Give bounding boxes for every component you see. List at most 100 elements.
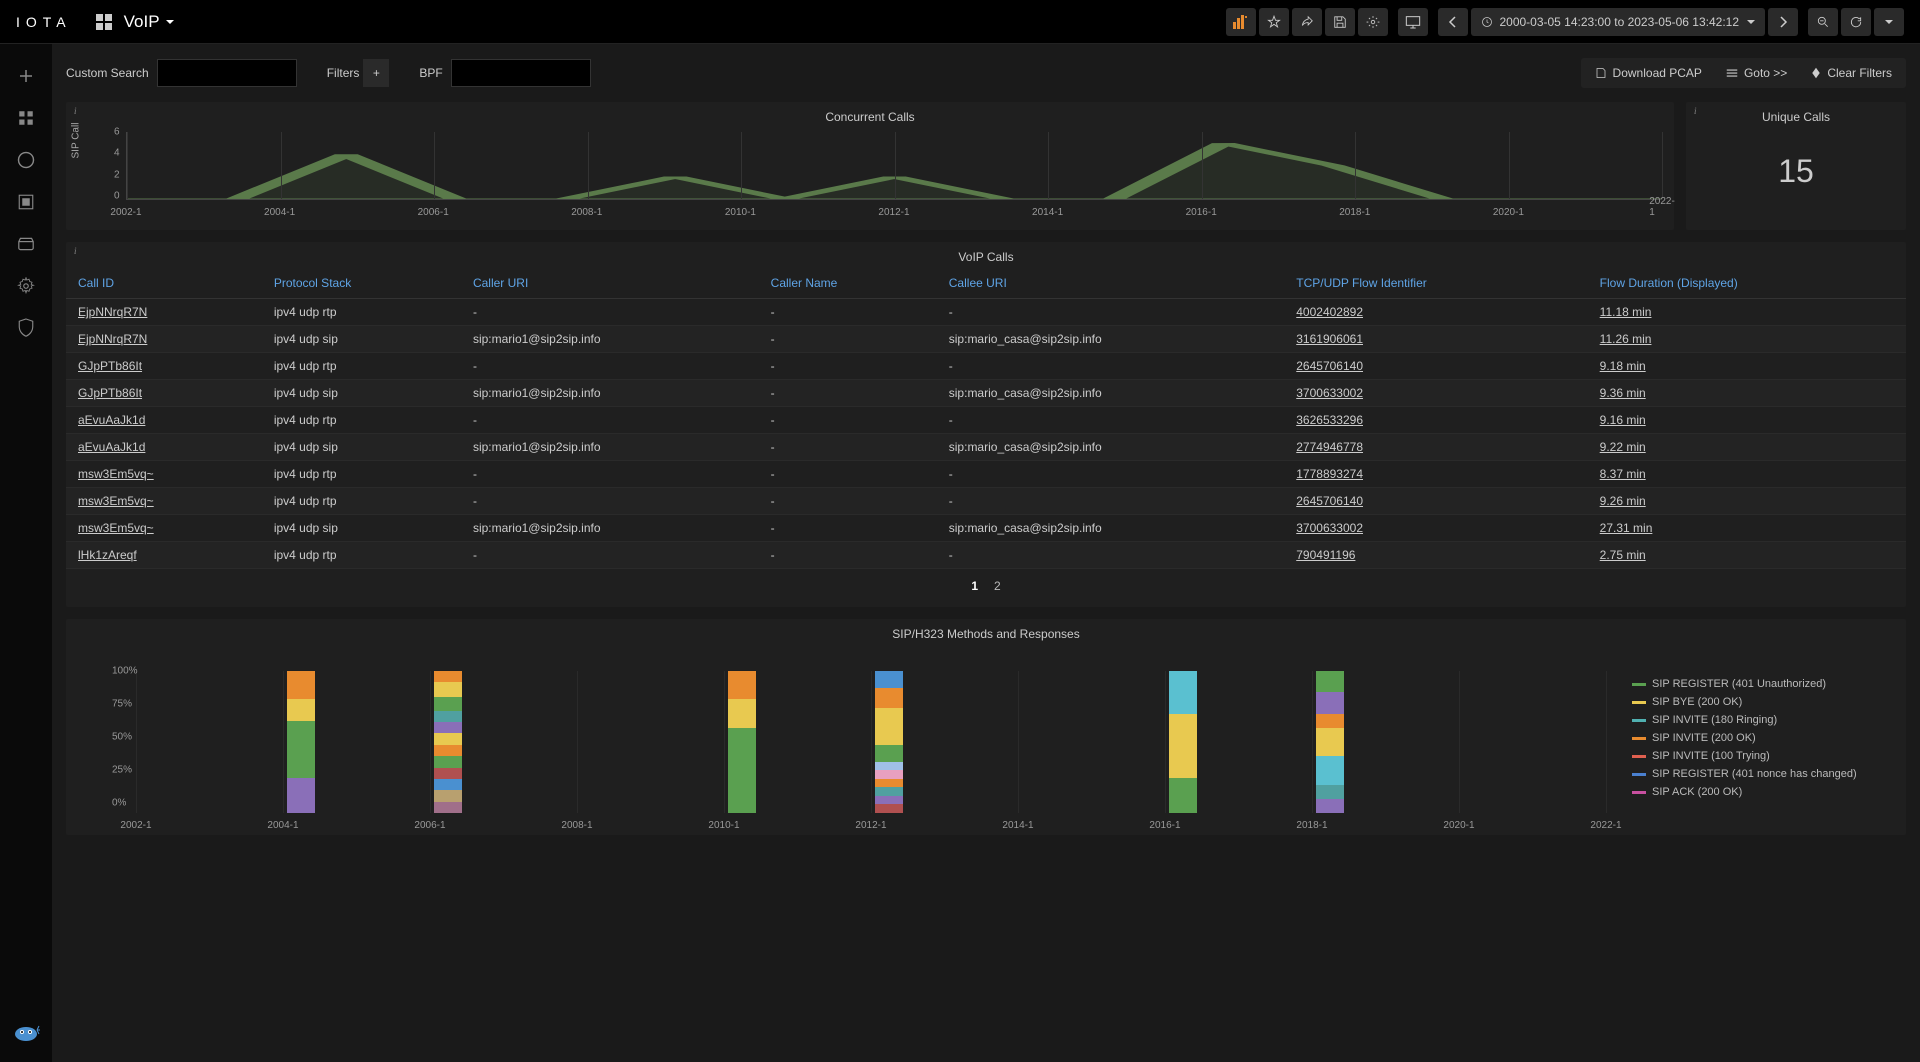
- time-range-picker[interactable]: 2000-03-05 14:23:00 to 2023-05-06 13:42:…: [1471, 8, 1765, 36]
- column-header[interactable]: Flow Duration (Displayed): [1588, 268, 1906, 299]
- cell-link[interactable]: 11.18 min: [1600, 305, 1652, 319]
- cell-link[interactable]: EjpNNrqR7N: [78, 332, 147, 346]
- star-icon[interactable]: [1259, 8, 1289, 36]
- legend-swatch: [1632, 737, 1646, 740]
- cell-link[interactable]: 9.26 min: [1600, 494, 1646, 508]
- bar-segment: [287, 671, 315, 699]
- cell-link[interactable]: 3700633002: [1296, 521, 1363, 535]
- refresh-menu-icon[interactable]: [1874, 8, 1904, 36]
- bar-segment: [1316, 671, 1344, 692]
- bpf-input[interactable]: [451, 59, 591, 87]
- stacked-bar[interactable]: [875, 671, 903, 813]
- cell-link[interactable]: 27.31 min: [1600, 521, 1653, 535]
- sip-chart[interactable]: [136, 671, 1606, 813]
- bar-segment: [1316, 728, 1344, 756]
- legend-item[interactable]: SIP REGISTER (401 Unauthorized): [1632, 675, 1886, 693]
- zoom-out-icon[interactable]: [1808, 8, 1838, 36]
- cell-link[interactable]: aEvuAaJk1d: [78, 440, 145, 454]
- cell-link[interactable]: 3626533296: [1296, 413, 1363, 427]
- cell-link[interactable]: 2645706140: [1296, 494, 1363, 508]
- create-icon[interactable]: [14, 64, 38, 88]
- legend-item[interactable]: SIP REGISTER (401 nonce has changed): [1632, 765, 1886, 783]
- legend-item[interactable]: SIP BYE (200 OK): [1632, 693, 1886, 711]
- page-title-dropdown[interactable]: VoIP: [124, 12, 174, 32]
- cell-link[interactable]: lHk1zAreqf: [78, 548, 137, 562]
- app-grid-icon[interactable]: [96, 14, 112, 30]
- cell-link[interactable]: 2645706140: [1296, 359, 1363, 373]
- cell-link[interactable]: 11.26 min: [1600, 332, 1652, 346]
- cell-link[interactable]: 8.37 min: [1600, 467, 1646, 481]
- bar-segment: [434, 733, 462, 744]
- cell-link[interactable]: GJpPTb86It: [78, 359, 142, 373]
- bar-segment: [728, 728, 756, 813]
- cell-link[interactable]: msw3Em5vq~: [78, 467, 154, 481]
- info-icon[interactable]: i: [74, 106, 77, 116]
- cell-link[interactable]: msw3Em5vq~: [78, 521, 154, 535]
- column-header[interactable]: Caller Name: [759, 268, 937, 299]
- cell-link[interactable]: 9.18 min: [1600, 359, 1646, 373]
- clear-filters-button[interactable]: Clear Filters: [1799, 60, 1904, 86]
- cell: 3700633002: [1284, 515, 1587, 542]
- cell-link[interactable]: EjpNNrqR7N: [78, 305, 147, 319]
- monitor-icon[interactable]: [1398, 8, 1428, 36]
- cell: GJpPTb86It: [66, 380, 262, 407]
- page-link[interactable]: 2: [994, 579, 1001, 593]
- prev-icon[interactable]: [1438, 8, 1468, 36]
- stacked-bar[interactable]: [728, 671, 756, 813]
- capture-icon[interactable]: [14, 190, 38, 214]
- column-header[interactable]: Protocol Stack: [262, 268, 461, 299]
- shield-icon[interactable]: [14, 316, 38, 340]
- legend-item[interactable]: SIP INVITE (100 Trying): [1632, 747, 1886, 765]
- settings-icon[interactable]: [1358, 8, 1388, 36]
- cell-link[interactable]: 9.36 min: [1600, 386, 1646, 400]
- cell-link[interactable]: 790491196: [1296, 548, 1355, 562]
- download-pcap-button[interactable]: Download PCAP: [1583, 60, 1714, 86]
- explore-icon[interactable]: [14, 148, 38, 172]
- column-header[interactable]: TCP/UDP Flow Identifier: [1284, 268, 1587, 299]
- stacked-bar[interactable]: [434, 671, 462, 813]
- cell-link[interactable]: 3700633002: [1296, 386, 1363, 400]
- cell-link[interactable]: 2774946778: [1296, 440, 1363, 454]
- cell-link[interactable]: 3161906061: [1296, 332, 1363, 346]
- cell-link[interactable]: aEvuAaJk1d: [78, 413, 145, 427]
- stacked-bar[interactable]: [287, 671, 315, 813]
- cell-link[interactable]: GJpPTb86It: [78, 386, 142, 400]
- cell-link[interactable]: 9.16 min: [1600, 413, 1646, 427]
- cell-link[interactable]: msw3Em5vq~: [78, 494, 154, 508]
- next-icon[interactable]: [1768, 8, 1798, 36]
- config-icon[interactable]: [14, 274, 38, 298]
- legend-item[interactable]: SIP ACK (200 OK): [1632, 783, 1886, 801]
- legend-swatch: [1632, 683, 1646, 686]
- cell: GJpPTb86It: [66, 353, 262, 380]
- info-icon[interactable]: i: [74, 246, 77, 256]
- legend-swatch: [1632, 701, 1646, 704]
- cell-link[interactable]: 9.22 min: [1600, 440, 1646, 454]
- save-icon[interactable]: [1325, 8, 1355, 36]
- legend-item[interactable]: SIP INVITE (200 OK): [1632, 729, 1886, 747]
- add-filter-button[interactable]: +: [363, 59, 389, 87]
- legend-item[interactable]: SIP INVITE (180 Ringing): [1632, 711, 1886, 729]
- add-panel-icon[interactable]: [1226, 8, 1256, 36]
- custom-search-input[interactable]: [157, 59, 297, 87]
- column-header[interactable]: Call ID: [66, 268, 262, 299]
- cell-link[interactable]: 4002402892: [1296, 305, 1363, 319]
- cell-link[interactable]: 1778893274: [1296, 467, 1363, 481]
- column-header[interactable]: Callee URI: [937, 268, 1284, 299]
- share-icon[interactable]: [1292, 8, 1322, 36]
- dashboards-icon[interactable]: [14, 106, 38, 130]
- column-header[interactable]: Caller URI: [461, 268, 759, 299]
- refresh-icon[interactable]: [1841, 8, 1871, 36]
- storage-icon[interactable]: [14, 232, 38, 256]
- bar-segment: [1169, 778, 1197, 814]
- page-link[interactable]: 1: [971, 579, 978, 593]
- bar-segment: [434, 697, 462, 711]
- profiler-logo-icon[interactable]: [12, 1020, 40, 1048]
- legend-label: SIP BYE (200 OK): [1652, 696, 1742, 708]
- cell-link[interactable]: 2.75 min: [1600, 548, 1646, 562]
- concurrent-chart[interactable]: [126, 132, 1662, 200]
- stacked-bar[interactable]: [1169, 671, 1197, 813]
- stacked-bar[interactable]: [1316, 671, 1344, 813]
- sip-legend[interactable]: SIP REGISTER (401 Unauthorized) SIP BYE (…: [1624, 671, 1894, 827]
- x-tick: 2020-1: [1493, 207, 1524, 218]
- goto-button[interactable]: Goto >>: [1714, 60, 1799, 86]
